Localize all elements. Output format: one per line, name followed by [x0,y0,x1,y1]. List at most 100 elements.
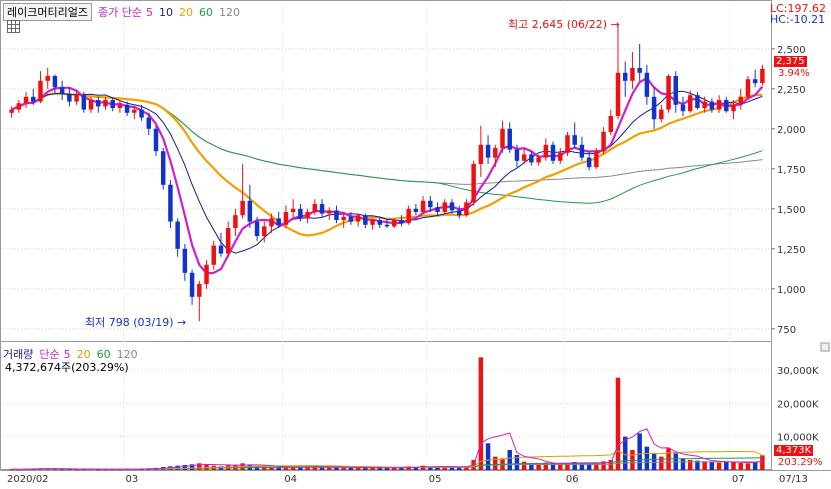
candle-body [189,272,195,297]
volume-bar [586,464,592,470]
low-annotation: 최저 798 (03/19) → [85,314,186,330]
candle-body [579,144,585,158]
candle-body [428,200,433,208]
candle-body [500,128,505,148]
stock-name-box[interactable]: 레이크머티리얼즈 [3,3,92,21]
legend-ma20[interactable]: 20 [179,6,193,19]
candle-body [507,128,512,150]
volume-bar [420,465,426,470]
candle-body [153,128,159,152]
candle-body [74,95,79,102]
volume-bar [738,463,743,470]
volume-bar [637,433,642,470]
legend-ma60[interactable]: 60 [199,6,213,19]
candle-body [363,215,368,225]
candle-body [514,149,520,161]
price-legend: 레이크머티리얼즈 종가 단순 5 10 20 60 120 [3,3,246,21]
volume-bar [341,467,346,470]
candle-body [709,101,715,110]
legend-ma10[interactable]: 10 [159,6,173,19]
candle-body [312,204,318,212]
candle-body [38,80,43,102]
volume-bar [724,461,729,470]
candle-body [435,207,440,212]
candle-body [745,79,751,97]
candle-body [456,210,462,216]
stock-chart-svg: 2,500 2,250 2,000 1,750 1,500 1,250 1,000 750 30… [0,0,831,485]
candle-body [290,208,296,212]
candle-body [543,144,549,158]
volume-current: 4,372,674주(203.29%) [5,361,129,374]
x-axis-label: 2020/02 [7,474,49,485]
candle-body [240,200,245,216]
grid-toggle-icon[interactable] [7,20,20,33]
candle-body [31,96,36,102]
volume-bar [680,458,686,470]
candle-body [464,202,469,216]
candle-body [160,151,166,185]
price-y-tick-label: 1,250 [777,245,806,256]
volume-y-tick-label: 30,000K [777,366,819,377]
candle-body [96,100,101,107]
candle-body [586,157,592,168]
legend-ma5[interactable]: 5 [146,6,153,19]
hc-label: HC:-10.21 [770,13,826,26]
candle-body [204,264,209,284]
candle-body [59,87,65,94]
volume-bar [659,456,664,470]
volume-bar [716,462,722,470]
candle-body [262,226,267,236]
volume-bar [485,443,491,470]
candle-body [67,93,72,102]
candle-body [673,76,678,105]
candle-body [384,224,390,227]
candle-body [117,104,123,108]
stock-chart-window: 2,500 2,250 2,000 1,750 1,500 1,250 1,000 750 30… [0,0,831,485]
candle-body [139,109,144,118]
candle-body [370,220,375,225]
candle-body [124,104,130,113]
volume-bar [709,462,715,470]
candle-body [341,216,346,220]
price-y-tick-label: 2,500 [777,45,806,56]
candle-body [23,96,29,104]
candle-body [254,221,260,236]
candle-body [283,212,289,225]
volume-y-tick-label: 20,000K [777,399,819,410]
candle-body [247,200,253,222]
candle-body [225,228,231,254]
candle-body [695,95,700,108]
candle-body [327,210,332,214]
candle-body [52,76,58,88]
candle-body [233,215,238,228]
candle-body [110,100,115,108]
volume-scroll-icon [820,342,830,352]
candle-body [449,202,455,211]
candle-body [536,157,541,163]
candle-body [298,208,303,219]
candle-body [45,76,50,81]
candle-body [88,100,94,110]
price-y-tick-label: 2,250 [777,85,806,96]
low-annotation-text: 최저 798 (03/19) [85,316,174,329]
candle-body [175,221,180,249]
volume-bar [334,467,339,470]
candle-body [760,68,765,84]
candle-body [132,109,137,113]
legend-ma120[interactable]: 120 [219,6,240,19]
candle-body [16,103,22,110]
candle-body [659,109,664,120]
price-y-tick-label: 1,000 [777,285,806,296]
volume-bar [478,357,484,470]
candle-body [594,151,599,168]
candle-body [702,101,707,108]
volume-bar [644,446,650,470]
candle-body [305,212,310,219]
candle-body [716,100,722,110]
high-annotation-text: 최고 2,645 (06/22) [508,18,608,31]
candle-body [413,208,419,212]
volume-y-tick-label: 10,000K [777,433,819,444]
x-axis-label: 06 [566,474,579,485]
candle-body [9,109,14,113]
volume-bar [558,464,563,470]
